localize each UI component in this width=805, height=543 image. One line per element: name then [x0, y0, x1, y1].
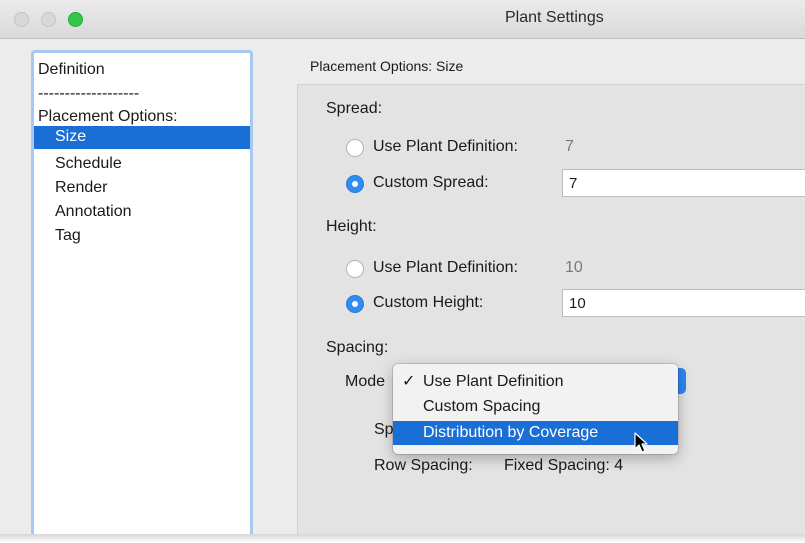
spread-custom-label[interactable]: Custom Spread:	[373, 174, 489, 192]
height-definition-value: 10	[565, 259, 583, 276]
height-custom-radio[interactable]	[346, 295, 364, 313]
spacing-mode-label: Mode	[345, 373, 386, 390]
minimize-window-button[interactable]	[41, 12, 56, 27]
zoom-window-button[interactable]	[68, 12, 83, 27]
plant-settings-window: Plant Settings Definition --------------…	[0, 0, 805, 534]
mouse-pointer-icon	[634, 432, 648, 453]
sidebar-item-size[interactable]: Size	[34, 126, 250, 149]
sidebar-item-tag[interactable]: Tag	[55, 226, 81, 246]
menu-item-use-plant-definition[interactable]: ✓ Use Plant Definition	[393, 370, 678, 394]
menu-item-label: Use Plant Definition	[423, 373, 564, 390]
spacing-heading: Spacing:	[326, 339, 389, 356]
window-shadow	[0, 534, 805, 543]
height-use-definition-label[interactable]: Use Plant Definition:	[373, 259, 518, 277]
panel-title: Placement Options: Size	[310, 58, 464, 74]
menu-item-label: Custom Spacing	[423, 398, 541, 415]
sidebar-list[interactable]: Definition ------------------- Placement…	[31, 50, 253, 534]
sidebar-item-definition[interactable]: Definition	[38, 60, 105, 80]
sidebar-item-schedule[interactable]: Schedule	[55, 154, 122, 174]
sidebar-item-render[interactable]: Render	[55, 178, 107, 198]
sidebar-item-annotation[interactable]: Annotation	[55, 202, 132, 222]
sidebar-group-placement-options: Placement Options:	[38, 108, 178, 125]
sidebar-separator: -------------------	[38, 85, 140, 102]
sidebar-item-size-label: Size	[55, 128, 87, 145]
window-title: Plant Settings	[505, 9, 604, 26]
menu-item-label: Distribution by Coverage	[423, 424, 599, 441]
menu-item-custom-spacing[interactable]: Custom Spacing	[393, 395, 678, 419]
spread-custom-radio[interactable]	[346, 175, 364, 193]
spread-definition-value: 7	[565, 138, 574, 155]
spread-use-definition-label[interactable]: Use Plant Definition:	[373, 138, 518, 156]
height-custom-label[interactable]: Custom Height:	[373, 294, 483, 312]
height-heading: Height:	[326, 218, 377, 235]
spread-heading: Spread:	[326, 100, 383, 117]
spacing-label-fragment: Sp	[374, 421, 394, 438]
row-spacing-value: Fixed Spacing: 4	[504, 457, 624, 474]
title-bar: Plant Settings	[0, 0, 805, 39]
checkmark-icon: ✓	[402, 373, 416, 390]
spread-use-definition-radio[interactable]	[346, 139, 364, 157]
row-spacing-label: Row Spacing:	[374, 457, 473, 474]
custom-height-field[interactable]: 10	[562, 289, 805, 317]
custom-spread-field[interactable]: 7	[562, 169, 805, 197]
height-use-definition-radio[interactable]	[346, 260, 364, 278]
close-window-button[interactable]	[14, 12, 29, 27]
